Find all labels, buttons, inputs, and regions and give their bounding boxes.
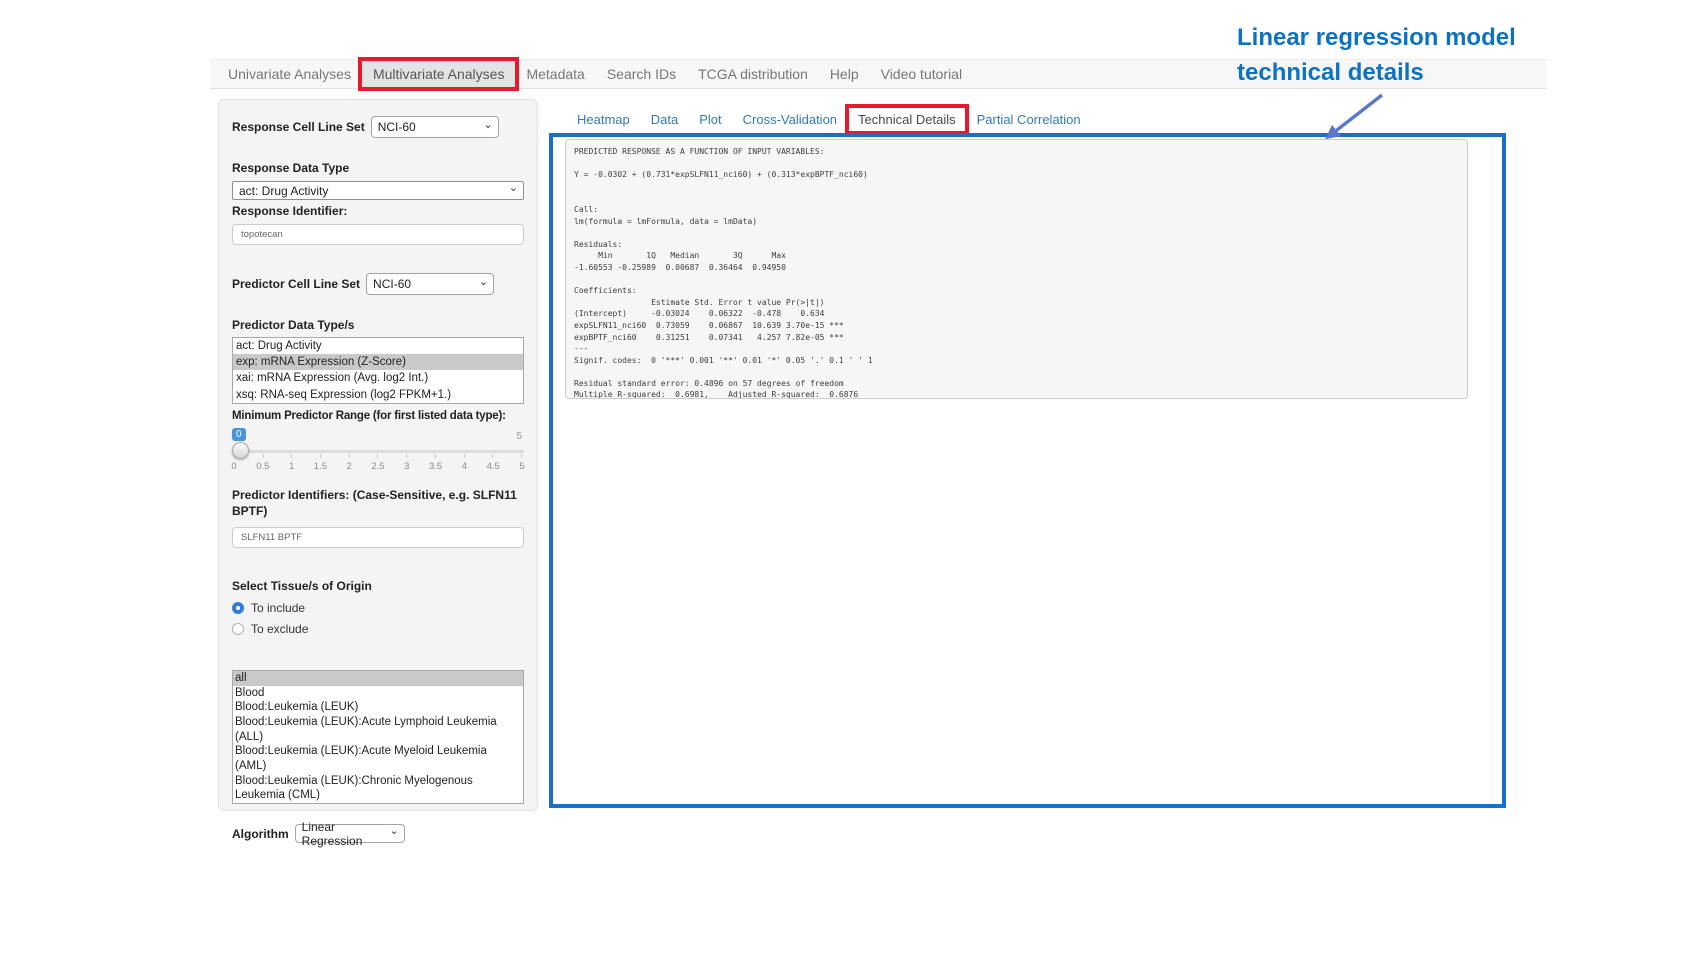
listbox-option[interactable]: Blood:Leukemia (LEUK):Acute Myeloid Leuk… [233,744,523,773]
tab-data[interactable]: Data [651,112,678,127]
annotation-line1: Linear regression model [1237,20,1516,55]
listbox-option[interactable]: xsq: RNA-seq Expression (log2 FPKM+1.) [233,387,523,403]
page: { "annotation": { "line1": "Linear regre… [0,0,1700,956]
nav-item-search-ids[interactable]: Search IDs [596,60,687,88]
annotation-line2: technical details [1237,55,1516,90]
nav-item-help[interactable]: Help [819,60,870,88]
tab-plot[interactable]: Plot [699,112,721,127]
response-data-type-label: Response Data Type [232,160,524,176]
selected-value: NCI-60 [373,277,411,291]
response-data-type-select[interactable]: act: Drug Activity ⌄ [232,181,524,200]
response-identifier-input[interactable]: topotecan [232,224,524,245]
min-predictor-range-label: Minimum Predictor Range (for first liste… [232,408,524,424]
tab-cross-validation[interactable]: Cross-Validation [743,112,837,127]
regression-output-text: PREDICTED RESPONSE AS A FUNCTION OF INPU… [565,139,1468,399]
slider-track[interactable] [232,450,524,453]
slider-value-badge: 0 [232,428,246,441]
radio-label: To exclude [251,622,308,636]
nav-item-tcga-distribution[interactable]: TCGA distribution [687,60,819,88]
chevron-down-icon: ⌄ [509,183,518,194]
listbox-option[interactable]: Blood:Leukemia (LEUK):Acute Lymphoid Leu… [233,715,523,744]
predictor-data-types-listbox: act: Drug Activity exp: mRNA Expression … [232,337,524,404]
min-predictor-range-slider: 0 5 0 0.5 1 1.5 2 2.5 3 3.5 4 4.5 5 [232,428,524,475]
listbox-option[interactable]: xai: mRNA Expression (Avg. log2 Int.) [233,370,523,386]
predictor-identifiers-label: Predictor Identifiers: (Case-Sensitive, … [232,487,524,519]
predictor-cell-line-set-label: Predictor Cell Line Set [232,276,360,292]
selected-value: NCI-60 [378,120,416,134]
slider-ticks [234,454,522,458]
listbox-option[interactable]: Blood:Leukemia (LEUK) [233,700,523,715]
tab-partial-correlation[interactable]: Partial Correlation [977,112,1081,127]
selected-value: Linear Regression [302,820,390,848]
response-cell-line-set-select[interactable]: NCI-60 ⌄ [371,116,499,138]
radio-selected-icon [232,602,244,614]
results-tabbar: Heatmap Data Plot Cross-Validation Techn… [577,106,1102,132]
algorithm-label: Algorithm [232,826,289,842]
nav-item-label: Multivariate Analyses [373,66,505,82]
selected-value: act: Drug Activity [239,184,328,198]
slider-max-label: 5 [516,431,522,442]
response-identifier-label: Response Identifier: [232,203,524,219]
chevron-down-icon: ⌄ [483,120,492,131]
listbox-option[interactable]: Blood:Leukemia (LEUK):Chronic Myelogenou… [233,774,523,803]
chevron-down-icon: ⌄ [479,277,488,288]
slider-tick-labels: 0 0.5 1 1.5 2 2.5 3 3.5 4 4.5 5 [223,461,533,472]
nav-item-univariate-analyses[interactable]: Univariate Analyses [217,60,362,88]
sidebar-panel: Response Cell Line Set NCI-60 ⌄ Response… [218,99,538,811]
radio-to-include[interactable]: To include [232,601,524,615]
algorithm-row: Algorithm Linear Regression ⌄ [232,824,524,843]
predictor-data-types-label: Predictor Data Type/s [232,317,524,333]
annotation-text: Linear regression model technical detail… [1237,20,1516,90]
listbox-option-selected[interactable]: all [233,671,523,686]
radio-to-exclude[interactable]: To exclude [232,622,524,636]
annotation-arrow-icon [1316,90,1394,146]
chevron-down-icon: ⌄ [389,826,398,837]
tab-heatmap[interactable]: Heatmap [577,112,630,127]
nav-item-video-tutorial[interactable]: Video tutorial [870,60,973,88]
predictor-cell-line-set-select[interactable]: NCI-60 ⌄ [366,273,494,295]
nav-item-multivariate-analyses[interactable]: Multivariate Analyses [362,60,516,88]
radio-label: To include [251,601,305,615]
technical-details-panel: PREDICTED RESPONSE AS A FUNCTION OF INPU… [549,133,1506,808]
predictor-identifiers-input[interactable]: SLFN11 BPTF [232,527,524,548]
nav-item-metadata[interactable]: Metadata [515,60,595,88]
listbox-option[interactable]: act: Drug Activity [233,338,523,354]
listbox-option-selected[interactable]: exp: mRNA Expression (Z-Score) [233,354,523,370]
predictor-cell-line-set-row: Predictor Cell Line Set NCI-60 ⌄ [232,273,524,295]
listbox-option[interactable]: Blood [233,686,523,701]
response-cell-line-set-row: Response Cell Line Set NCI-60 ⌄ [232,116,524,138]
tab-technical-details[interactable]: Technical Details [858,112,956,127]
algorithm-select[interactable]: Linear Regression ⌄ [295,824,405,843]
tissue-origin-label: Select Tissue/s of Origin [232,578,524,594]
radio-unselected-icon [232,623,244,635]
response-cell-line-set-label: Response Cell Line Set [232,119,365,135]
tissue-origin-listbox: all Blood Blood:Leukemia (LEUK) Blood:Le… [232,670,524,804]
tab-label: Technical Details [858,112,956,127]
slider-handle[interactable] [232,442,249,459]
